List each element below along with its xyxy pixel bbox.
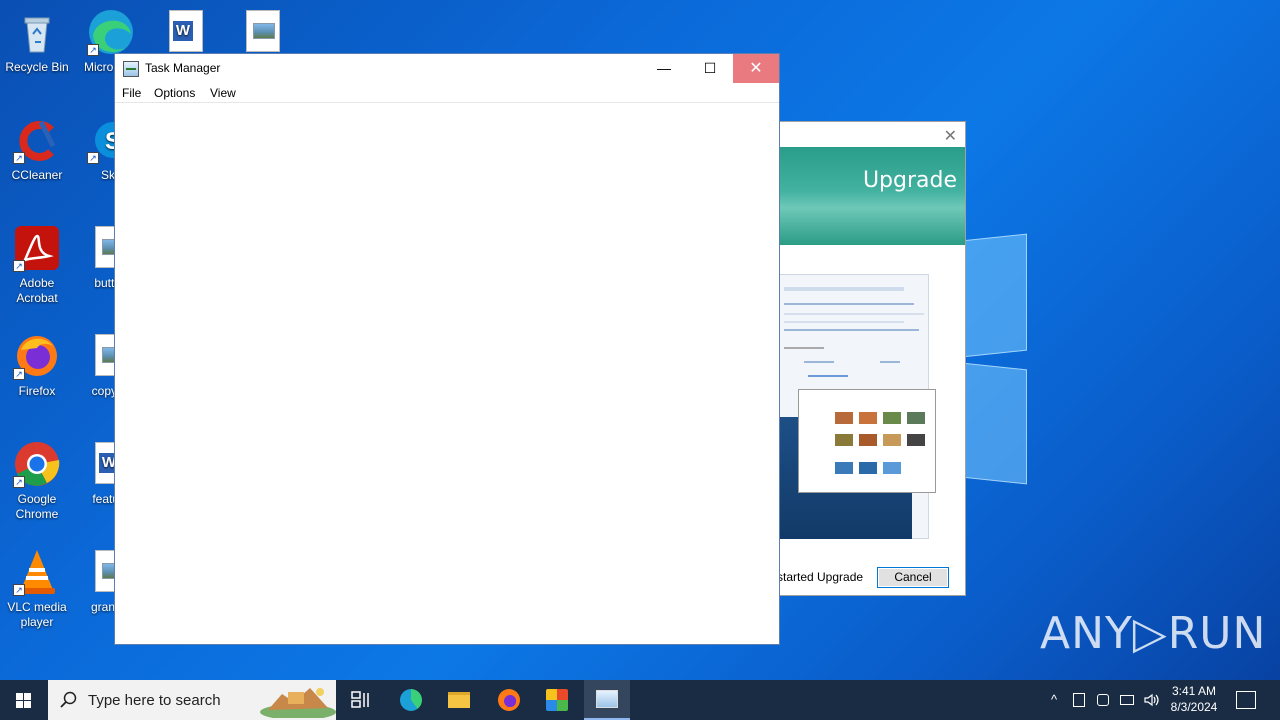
chrome-icon: ↗ xyxy=(13,440,61,488)
search-highlight-icon xyxy=(260,688,336,718)
image-file-icon xyxy=(238,8,286,56)
start-button[interactable] xyxy=(0,680,48,720)
anyrun-watermark: ANY▷RUN xyxy=(1040,608,1267,659)
upgrade-close-button[interactable]: ✕ xyxy=(944,126,957,146)
firefox-icon xyxy=(498,689,520,711)
windows-setup-icon xyxy=(546,689,568,711)
folder-icon xyxy=(448,692,470,708)
upgrade-status-text: started Upgrade xyxy=(778,570,864,584)
search-icon xyxy=(60,691,77,708)
taskbar-task-manager[interactable] xyxy=(584,680,630,720)
upgrade-banner-title: Upgrade xyxy=(862,168,957,193)
desktop-icon-google-chrome[interactable]: ↗ Google Chrome xyxy=(0,440,74,522)
tray-usb-icon[interactable] xyxy=(1095,692,1111,708)
upgrade-banner xyxy=(779,147,965,245)
taskbar-clock[interactable]: 3:41 AM 8/3/2024 xyxy=(1162,683,1226,715)
edge-icon xyxy=(400,689,422,711)
vlc-icon: ↗ xyxy=(13,548,61,596)
upgrade-cancel-button[interactable]: Cancel xyxy=(877,567,949,588)
search-placeholder: Type here to search xyxy=(88,692,221,709)
upgrade-preview-screenshot xyxy=(779,274,936,539)
desktop-icon-firefox[interactable]: ↗ Firefox xyxy=(0,332,74,399)
maximize-button[interactable]: ☐ xyxy=(687,54,733,83)
menu-options[interactable]: Options xyxy=(154,86,195,100)
menu-bar: File Options View xyxy=(115,83,779,103)
task-manager-titlebar[interactable]: Task Manager — ☐ ✕ xyxy=(115,54,779,83)
desktop-icon-label: Adobe Acrobat xyxy=(16,276,58,305)
taskbar-firefox[interactable] xyxy=(486,680,532,720)
task-manager-icon xyxy=(596,690,618,708)
windows-logo-icon xyxy=(16,693,23,700)
task-view-icon xyxy=(351,691,369,708)
firefox-icon: ↗ xyxy=(13,332,61,380)
desktop-icon-adobe-acrobat[interactable]: ↗ Adobe Acrobat xyxy=(0,224,74,306)
edge-icon: ↗ xyxy=(87,8,135,56)
taskbar: Type here to search ^ 3:41 AM 8/3/2024 xyxy=(0,680,1280,720)
task-manager-window[interactable]: Task Manager — ☐ ✕ File Options View xyxy=(114,53,780,645)
desktop-icon-label: Firefox xyxy=(18,384,56,398)
shortcut-arrow-icon: ↗ xyxy=(13,368,25,380)
ccleaner-icon: ↗ xyxy=(13,116,61,164)
shortcut-arrow-icon: ↗ xyxy=(13,260,25,272)
desktop-icon-label: CCleaner xyxy=(11,168,63,182)
desktop-icon-ccleaner[interactable]: ↗ CCleaner xyxy=(0,116,74,183)
taskbar-setup-app[interactable] xyxy=(534,680,580,720)
taskbar-file-explorer[interactable] xyxy=(436,680,482,720)
shortcut-arrow-icon: ↗ xyxy=(87,44,99,56)
tray-chevron-icon[interactable]: ^ xyxy=(1046,692,1062,708)
clock-time: 3:41 AM xyxy=(1171,684,1217,698)
recycle-bin-icon xyxy=(13,8,61,56)
menu-file[interactable]: File xyxy=(122,86,141,100)
task-view-button[interactable] xyxy=(338,680,384,720)
desktop-icon-label: VLC media player xyxy=(7,600,67,629)
taskbar-search-box[interactable]: Type here to search xyxy=(48,680,336,720)
shortcut-arrow-icon: ↗ xyxy=(87,152,99,164)
network-icon[interactable] xyxy=(1119,692,1135,708)
taskbar-edge[interactable] xyxy=(388,680,434,720)
clock-date: 8/3/2024 xyxy=(1170,700,1218,714)
shortcut-arrow-icon: ↗ xyxy=(13,584,25,596)
task-manager-icon xyxy=(123,61,139,77)
desktop-icon-label: Recycle Bin xyxy=(5,60,69,74)
volume-icon[interactable] xyxy=(1143,692,1159,708)
window-title: Task Manager xyxy=(145,61,221,75)
desktop-icon-label: Google Chrome xyxy=(15,492,59,521)
minimize-button[interactable]: — xyxy=(641,54,687,83)
upgrade-window[interactable]: ✕ Upgrade started Upgrade Cancel xyxy=(778,121,966,596)
notification-center-icon[interactable] xyxy=(1236,691,1256,709)
close-button[interactable]: ✕ xyxy=(733,54,779,83)
desktop-icon-recycle-bin[interactable]: Recycle Bin xyxy=(0,8,74,75)
tray-device-icon[interactable] xyxy=(1071,692,1087,708)
shortcut-arrow-icon: ↗ xyxy=(13,476,25,488)
menu-view[interactable]: View xyxy=(210,86,236,100)
word-document-icon: W xyxy=(161,8,209,56)
task-manager-content xyxy=(115,103,779,644)
desktop-icon-vlc[interactable]: ↗ VLC media player xyxy=(0,548,74,630)
shortcut-arrow-icon: ↗ xyxy=(13,152,25,164)
adobe-acrobat-icon: ↗ xyxy=(13,224,61,272)
